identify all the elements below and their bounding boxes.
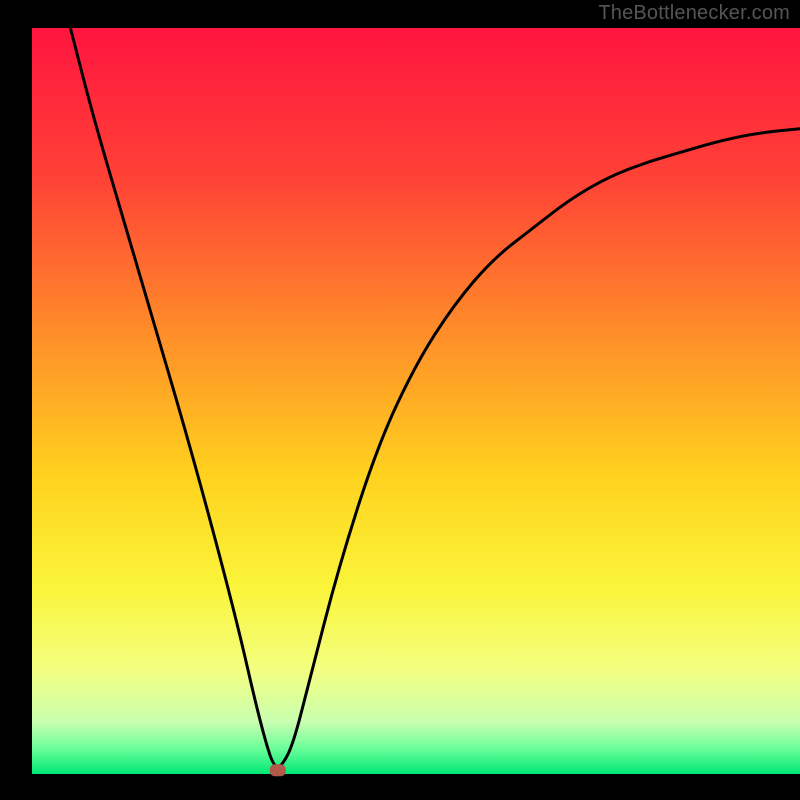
plot-area <box>32 28 800 774</box>
optimal-marker <box>270 764 286 776</box>
chart-frame: TheBottlenecker.com <box>0 0 800 800</box>
bottleneck-chart <box>0 0 800 800</box>
